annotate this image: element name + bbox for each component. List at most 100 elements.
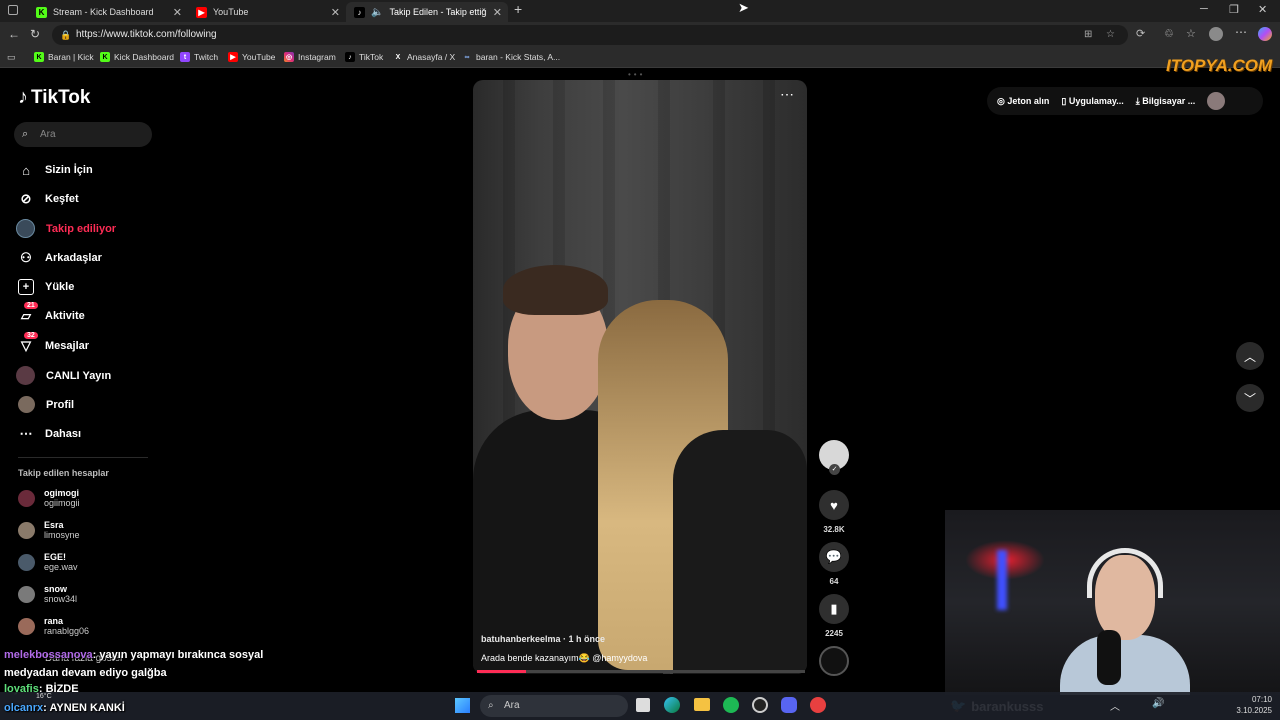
back-icon[interactable]: ← [8, 27, 20, 41]
nav-live[interactable]: CANLI Yayın [16, 366, 112, 385]
account-item[interactable]: snow snow34l [18, 584, 77, 604]
weather-widget[interactable]: 16°C [36, 693, 52, 700]
nav-for-you[interactable]: ⌂ Sizin İçin [18, 162, 93, 178]
favorite-star-icon[interactable]: ☆ [1106, 25, 1115, 45]
tray-overflow-icon[interactable]: ︿ [1110, 698, 1120, 713]
more-options-icon[interactable]: ⋯ [780, 86, 794, 103]
nav-following[interactable]: Takip ediliyor [16, 219, 117, 238]
person-man-hair [503, 265, 608, 315]
volume-icon[interactable]: 🔊 [1152, 698, 1164, 709]
copilot-icon[interactable] [1258, 27, 1272, 41]
tiktok-logo[interactable]: ♪ TikTok [18, 86, 90, 109]
taskbar-search[interactable]: ⌕ Ara [480, 695, 628, 717]
bookmark-youtube[interactable]: ▶ YouTube [228, 52, 275, 62]
minimize-icon[interactable]: ─ [1200, 3, 1208, 15]
search-input[interactable]: ⌕ Ara [14, 122, 152, 147]
previous-video-button[interactable]: ︿ [1236, 342, 1264, 370]
nav-label: Mesajlar [45, 340, 90, 352]
follow-check-icon[interactable]: ✓ [829, 464, 840, 475]
nav-messages[interactable]: ▽ 32 Mesajlar [18, 332, 90, 354]
tiktok-note-icon: ♪ [18, 86, 28, 108]
get-app-button[interactable]: ▯ Uygulamay... [1061, 96, 1123, 107]
close-icon[interactable]: ✕ [493, 6, 502, 19]
close-icon[interactable]: ✕ [331, 6, 340, 19]
tab-youtube[interactable]: ▶ YouTube ✕ [188, 2, 346, 22]
bookmark-instagram[interactable]: ◎ Instagram [284, 52, 336, 62]
x-icon: X [395, 53, 401, 61]
next-video-button[interactable]: ﹀ [1236, 384, 1264, 412]
account-item[interactable]: Esra limosyne [18, 520, 80, 540]
video-player[interactable]: ⋯ [473, 80, 807, 674]
tab-tiktok[interactable]: ♪ 🔈 Takip Edilen - Takip ettiğiniz ✕ [346, 2, 508, 22]
obs-icon[interactable] [752, 697, 768, 713]
window-close-icon[interactable]: ✕ [1258, 3, 1267, 16]
avatar [18, 585, 35, 603]
friends-icon: ⚇ [20, 250, 32, 265]
time-text: 07:10 [1251, 695, 1272, 704]
close-icon[interactable]: ✕ [173, 6, 182, 19]
bookmark-kick-dashboard[interactable]: K Kick Dashboard [100, 52, 174, 62]
user-avatar[interactable] [1207, 92, 1226, 110]
bookmark-twitch[interactable]: t Twitch [180, 52, 218, 62]
logo-text: TikTok [31, 86, 91, 108]
save-button[interactable]: ▮ 2245 [819, 594, 849, 638]
send-icon: ▽ 32 [18, 332, 38, 354]
microphone [1097, 630, 1121, 685]
app-icon[interactable] [810, 697, 826, 713]
bookmark-kick-stats[interactable]: ∞ baran - Kick Stats, A... [462, 52, 561, 62]
clock[interactable]: 07:10 3.10.2025 [1228, 694, 1272, 716]
extensions-icon[interactable]: ⟳ [1136, 27, 1145, 40]
video-progress-bar[interactable] [477, 670, 805, 673]
heart-icon: ♥ [819, 490, 849, 520]
nav-profile[interactable]: Profil [18, 396, 74, 413]
file-explorer-icon[interactable] [694, 698, 710, 711]
header-actions: ◎ Jeton alın ▯ Uygulamay... ⤓ Bilgisayar… [987, 87, 1263, 115]
nav-label: Takip ediliyor [46, 222, 117, 235]
bookmark-tiktok[interactable]: ♪ TikTok [345, 52, 383, 62]
more-options-icon[interactable]: ⋯ [1235, 25, 1247, 39]
nav-friends[interactable]: ⚇ Arkadaşlar [18, 250, 102, 266]
like-button[interactable]: ♥ 32.8K [819, 490, 849, 534]
bookmark-menu-icon[interactable]: ▭ [7, 52, 16, 63]
url-field[interactable]: 🔒 https://www.tiktok.com/following ⊞ ☆ [52, 25, 1128, 45]
discord-icon[interactable] [781, 697, 797, 713]
favorites-icon[interactable]: ☆ [1186, 27, 1196, 40]
refresh-icon[interactable]: ↻ [30, 27, 40, 41]
drag-handle[interactable]: ••• [628, 70, 645, 79]
tab-actions-icon[interactable] [8, 5, 18, 15]
tab-kick[interactable]: K Stream - Kick Dashboard ✕ [28, 2, 188, 22]
nav-upload[interactable]: + Yükle [18, 279, 74, 295]
nav-label: Dahası [45, 428, 82, 440]
spotify-icon[interactable] [723, 697, 739, 713]
windows-start-icon[interactable] [455, 698, 470, 713]
nav-label: CANLI Yayın [46, 369, 112, 382]
account-item[interactable]: EGE! ege.wav [18, 552, 78, 572]
nav-explore[interactable]: ⊘ Keşfet [18, 191, 79, 207]
profile-avatar[interactable] [1209, 27, 1223, 41]
nav-activity[interactable]: ▱ 21 Aktivite [18, 302, 85, 324]
nav-more[interactable]: ⋯ Dahası [18, 426, 82, 442]
video-author-line[interactable]: batuhanberkeelma · 1 h önce [481, 634, 605, 644]
speaker-icon: 🔈 [371, 6, 384, 18]
bookmark-baran-kick[interactable]: K Baran | Kick [34, 52, 94, 62]
taskbar-search-label: Ara [504, 700, 520, 711]
get-coins-button[interactable]: ◎ Jeton alın [997, 96, 1049, 107]
creator-avatar-button[interactable]: ✓ [819, 440, 849, 475]
edge-icon[interactable] [664, 697, 680, 713]
upload-plus-icon: + [18, 279, 34, 295]
download-desktop-button[interactable]: ⤓ Bilgisayar ... [1136, 96, 1196, 107]
bookmark-x[interactable]: X Anasayfa / X [393, 52, 456, 62]
account-item[interactable]: rana ranablgg06 [18, 616, 89, 636]
app-available-icon[interactable]: ⊞ [1084, 25, 1092, 45]
task-view-icon[interactable] [636, 698, 650, 712]
nav-label: Keşfet [45, 193, 79, 205]
comment-button[interactable]: 💬 64 [819, 542, 849, 586]
bookmarks-bar: ▭ K Baran | Kick K Kick Dashboard t Twit… [0, 48, 1280, 68]
account-item[interactable]: ogimogi ogiimogii [18, 488, 80, 508]
compass-icon: ⊘ [20, 191, 32, 206]
maximize-icon[interactable]: ❐ [1229, 3, 1239, 16]
video-progress-fill [477, 670, 527, 673]
music-disc-button[interactable] [819, 646, 849, 676]
new-tab-icon[interactable]: + [514, 1, 522, 17]
browser-essentials-icon[interactable]: ♲ [1164, 27, 1174, 40]
